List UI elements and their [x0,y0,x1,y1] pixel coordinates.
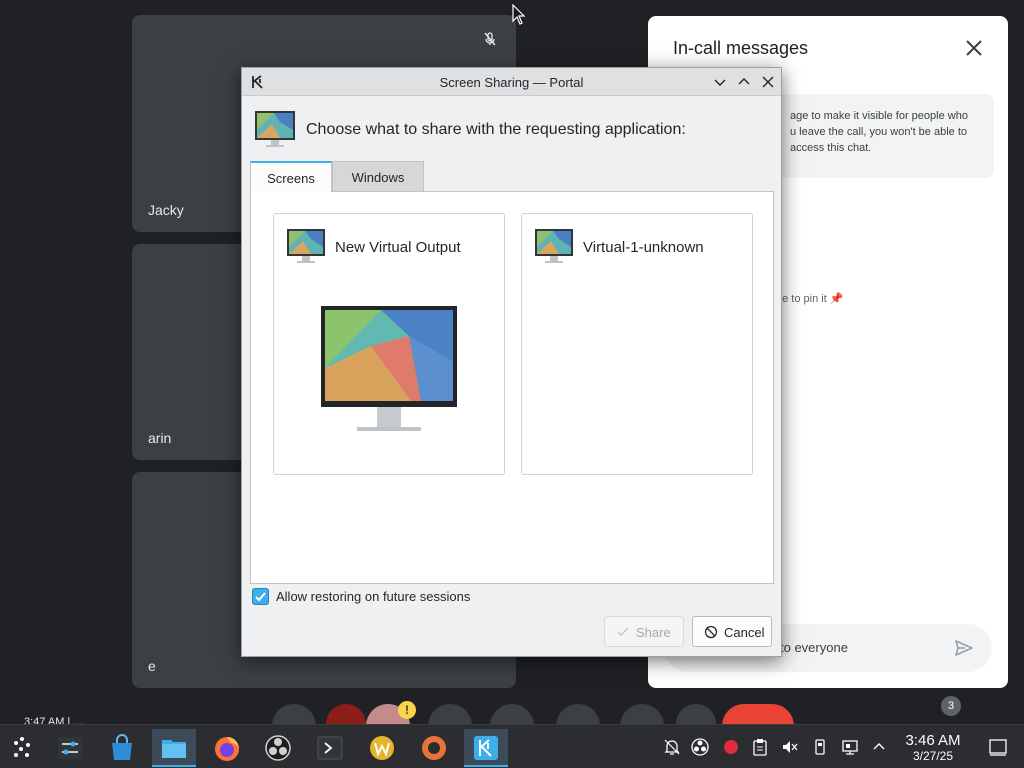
taskbar-vlc[interactable] [412,729,456,767]
pin-icon: 📌 [829,293,844,305]
volume-muted-icon[interactable] [780,737,800,757]
taskbar-obs[interactable] [256,729,300,767]
store-bag-icon [112,734,132,760]
taskbar-file-manager[interactable] [152,729,196,767]
allow-restore-label: Allow restoring on future sessions [276,589,471,604]
mouse-cursor-icon [512,4,526,25]
kde-logo-icon [474,736,498,760]
mic-off-icon [484,32,496,46]
maximize-icon[interactable] [736,74,752,90]
monitor-icon [535,229,573,263]
dialog-titlebar[interactable]: Screen Sharing — Portal [242,68,781,96]
participant-name: arin [148,430,172,446]
participants-count-badge: 3 [941,696,961,716]
screen-option-virtual-1-unknown[interactable]: Virtual-1-unknown [521,213,753,475]
taskbar-discover[interactable] [100,729,144,767]
mic-button[interactable] [272,704,316,726]
end-call-button[interactable] [722,704,794,726]
show-desktop-icon[interactable] [988,737,1008,757]
send-icon[interactable] [954,638,974,658]
cancel-icon [704,625,718,639]
taskbar: 3:46 AM 3/27/25 [0,724,1024,768]
close-icon[interactable] [760,74,776,90]
folder-icon [162,740,186,758]
notifications-icon[interactable] [662,737,682,757]
taskbar-wps[interactable] [360,729,404,767]
digital-clock[interactable]: 3:46 AM 3/27/25 [900,732,966,764]
launcher-icon [14,737,30,757]
screen-option-label: New Virtual Output [335,239,461,256]
monitor-icon [255,111,295,147]
dialog-title: Screen Sharing — Portal [439,75,584,90]
taskbar-settings[interactable] [48,729,92,767]
network-wired-icon[interactable] [840,737,860,757]
info-line: access this chat. [790,142,872,154]
panel-title: In-call messages [673,38,809,58]
checkmark-icon [255,592,266,602]
minimize-icon[interactable] [712,74,728,90]
taskbar-terminal[interactable] [308,729,352,767]
screens-tab-pane: New Virtual Output Virtual-1-unknown [250,191,774,584]
checkmark-icon [617,627,629,636]
share-button-label: Share [636,625,671,640]
obs-tray-icon[interactable] [690,737,710,757]
clock-time: 3:46 AM [905,732,961,749]
terminal-icon [317,736,343,760]
clock-date: 3/27/25 [912,749,954,763]
cancel-button[interactable]: Cancel [692,616,772,647]
large-monitor-icon [321,306,457,431]
storage-device-icon[interactable] [810,737,830,757]
raise-hand-button[interactable] [620,704,664,726]
pin-hint-text: ge to pin it [776,293,827,305]
chevron-up-icon[interactable] [869,737,889,757]
taskbar-portal[interactable] [464,729,508,767]
pin-hint: ge to pin it 📌 [776,292,844,305]
camera-button[interactable] [326,704,366,726]
info-line: u leave the call, you won't be able to [790,126,967,138]
tab-windows[interactable]: Windows [332,161,424,191]
more-options-button[interactable] [676,704,716,726]
screen-option-label: Virtual-1-unknown [583,239,704,256]
media-player-icon [422,736,446,760]
screen-option-new-virtual-output[interactable]: New Virtual Output [273,213,505,475]
w-app-icon [370,736,394,760]
participant-name: Jacky [148,202,184,218]
participant-name: e [148,658,156,674]
recording-icon[interactable] [721,737,741,757]
cancel-button-label: Cancel [724,625,765,640]
present-now-button[interactable] [556,704,600,726]
application-launcher[interactable] [0,729,44,767]
message-input-placeholder: to everyone [780,640,848,655]
firefox-icon [215,737,239,761]
close-icon[interactable] [964,38,984,58]
info-line: age to make it visible for people who [790,110,968,122]
captions-button[interactable] [428,704,472,726]
sliders-icon [58,737,82,759]
share-button[interactable]: Share [604,616,684,647]
warning-badge: ! [398,701,416,719]
screen-sharing-dialog: Screen Sharing — Portal Choose what to s… [241,67,782,657]
monitor-icon [287,229,325,263]
emoji-button[interactable] [490,704,534,726]
allow-restore-checkbox[interactable] [252,588,269,605]
obs-icon [265,735,291,761]
dialog-header-text: Choose what to share with the requesting… [306,121,686,138]
tab-screens[interactable]: Screens [250,161,332,192]
taskbar-firefox[interactable] [204,729,248,767]
clipboard-icon[interactable] [750,737,770,757]
